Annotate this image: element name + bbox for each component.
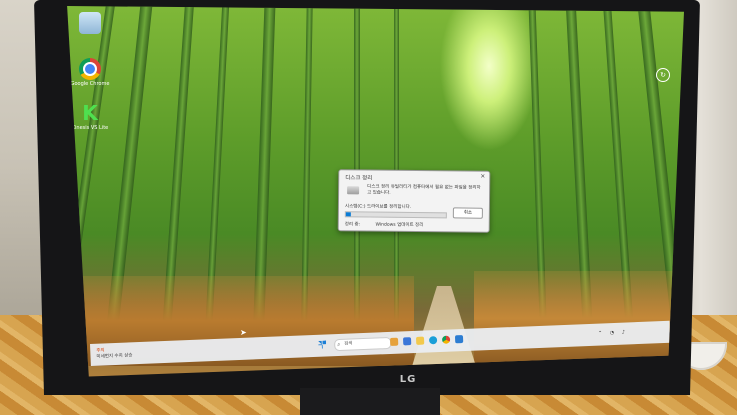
close-icon[interactable]: × <box>480 173 485 180</box>
desktop-icon-recycle-bin[interactable] <box>70 12 110 35</box>
progress-fill <box>345 212 351 217</box>
monitor-logo: LG <box>399 374 417 385</box>
cleanup-value: Windows 업데이트 정리 <box>375 222 424 229</box>
weather-title: 주의 <box>96 348 105 354</box>
desktop-screen: Google Chrome K Kinesis VS Lite ↻ 디스크 정리… <box>67 6 684 377</box>
desktop-icon-k-app[interactable]: K Kinesis VS Lite <box>70 102 110 131</box>
drive-status: 시스템(C:) 드라이브를 정리합니다. <box>344 204 412 210</box>
cleanup-progress-bar <box>344 211 447 219</box>
top-right-desktop-icon[interactable]: ↻ <box>656 68 670 82</box>
weather-text: 미세먼지 수치 상승 <box>96 353 133 360</box>
folder-icon[interactable] <box>415 336 425 345</box>
dialog-message: 디스크 정리 유틸리티가 컴퓨터에서 필요 없는 파일을 정리하고 있습니다. <box>367 184 481 196</box>
disk-cleanup-dialog: 디스크 정리 × 디스크 정리 유틸리티가 컴퓨터에서 필요 없는 파일을 정리… <box>337 169 491 233</box>
chrome-icon[interactable] <box>441 335 451 344</box>
disk-cleanup-icon <box>347 186 360 195</box>
system-tray-icons[interactable]: ⌃ ◔ ♪ <box>598 329 628 336</box>
taskbar-app-icon[interactable] <box>389 337 399 346</box>
dialog-title: 디스크 정리 <box>345 175 373 182</box>
start-button[interactable] <box>318 341 326 349</box>
chrome-icon <box>79 58 101 80</box>
edge-icon[interactable] <box>428 336 438 345</box>
cleanup-label: 정리 중: <box>344 222 361 228</box>
taskbar-search[interactable]: 검색 <box>334 336 392 352</box>
autumn-grass-right <box>474 271 684 366</box>
cancel-button[interactable]: 취소 <box>452 207 483 219</box>
monitor-stand <box>300 388 440 415</box>
cleanup-status: 정리 중: Windows 업데이트 정리 <box>345 221 424 228</box>
weather-widget[interactable]: 주의 미세먼지 수치 상승 <box>96 347 132 360</box>
k-app-icon: K <box>82 101 98 125</box>
desktop-icon-chrome[interactable]: Google Chrome <box>70 58 110 87</box>
store-icon[interactable] <box>454 335 464 344</box>
mouse-cursor-icon: ➤ <box>240 328 247 337</box>
recycle-bin-icon <box>79 12 101 34</box>
taskbar-app-icon[interactable] <box>402 337 412 346</box>
